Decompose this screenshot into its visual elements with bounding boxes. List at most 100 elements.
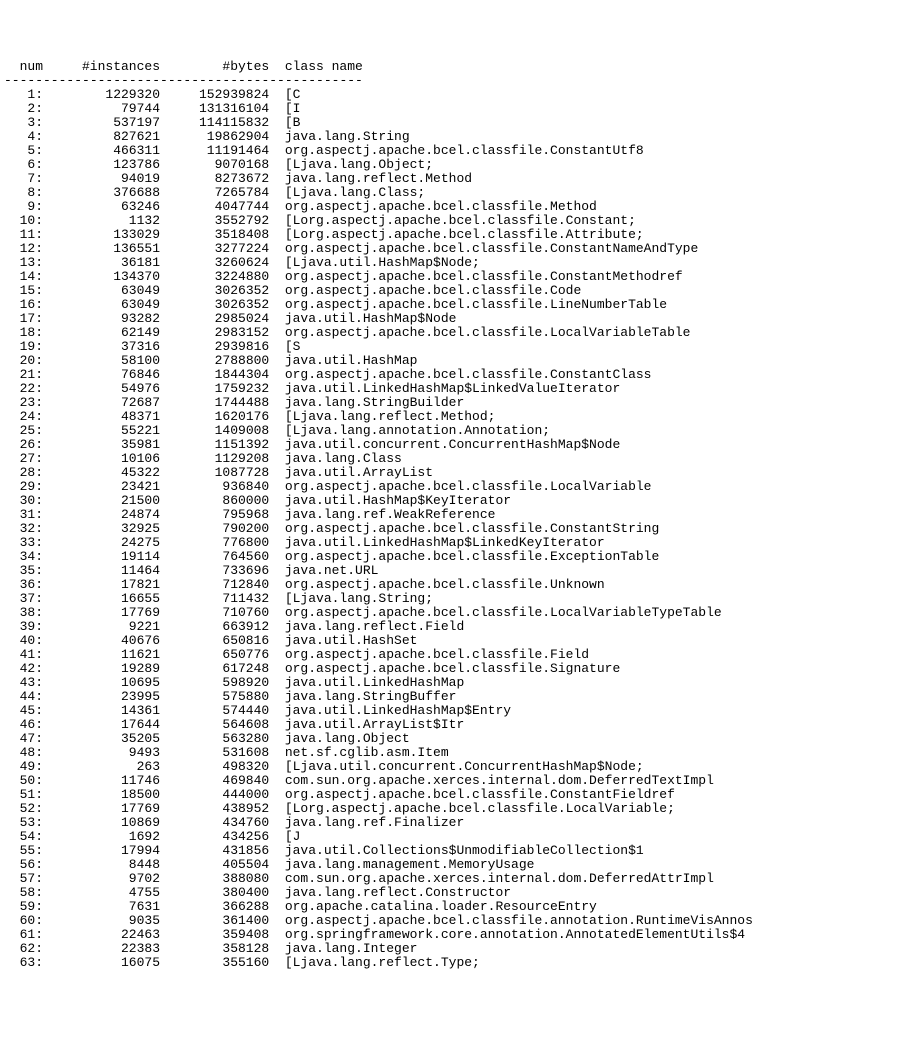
row-num: 59: [4, 900, 43, 914]
row-bytes: 598920 [160, 676, 269, 690]
row-bytes: 936840 [160, 480, 269, 494]
row-classname: [Ljava.util.concurrent.ConcurrentHashMap… [269, 760, 643, 774]
row-classname: org.aspectj.apache.bcel.classfile.Unknow… [269, 578, 604, 592]
row-instances: 4755 [43, 886, 160, 900]
row-instances: 8448 [43, 858, 160, 872]
row-bytes: 114115832 [160, 116, 269, 130]
row-classname: java.util.concurrent.ConcurrentHashMap$N… [269, 438, 620, 452]
row-classname: org.springframework.core.annotation.Anno… [269, 928, 745, 942]
row-num: 63: [4, 956, 43, 970]
row-instances: 35981 [43, 438, 160, 452]
row-bytes: 1844304 [160, 368, 269, 382]
row-classname: org.aspectj.apache.bcel.classfile.Signat… [269, 662, 620, 676]
row-instances: 1132 [43, 214, 160, 228]
row-num: 12: [4, 242, 43, 256]
row-num: 60: [4, 914, 43, 928]
row-classname: org.aspectj.apache.bcel.classfile.Consta… [269, 788, 675, 802]
row-bytes: 19862904 [160, 130, 269, 144]
table-row: 9:632464047744org.aspectj.apache.bcel.cl… [4, 200, 917, 214]
row-instances: 35205 [43, 732, 160, 746]
table-row: 14:1343703224880org.aspectj.apache.bcel.… [4, 270, 917, 284]
row-num: 30: [4, 494, 43, 508]
row-bytes: 776800 [160, 536, 269, 550]
row-num: 39: [4, 620, 43, 634]
row-instances: 24275 [43, 536, 160, 550]
row-classname: [C [269, 88, 300, 102]
table-row: 13:361813260624[Ljava.util.HashMap$Node; [4, 256, 917, 270]
row-classname: org.aspectj.apache.bcel.classfile.Method [269, 200, 597, 214]
table-row: 28:453221087728java.util.ArrayList [4, 466, 917, 480]
row-bytes: 355160 [160, 956, 269, 970]
row-bytes: 434760 [160, 816, 269, 830]
row-instances: 76846 [43, 368, 160, 382]
row-bytes: 2788800 [160, 354, 269, 368]
table-row: 2:79744131316104[I [4, 102, 917, 116]
row-classname: [Ljava.lang.String; [269, 592, 433, 606]
row-classname: org.aspectj.apache.bcel.classfile.LineNu… [269, 298, 667, 312]
table-row: 55:17994431856java.util.Collections$Unmo… [4, 844, 917, 858]
table-row: 45:14361574440java.util.LinkedHashMap$En… [4, 704, 917, 718]
table-row: 29:23421936840org.aspectj.apache.bcel.cl… [4, 480, 917, 494]
table-row: 18:621492983152org.aspectj.apache.bcel.c… [4, 326, 917, 340]
row-classname: java.lang.StringBuilder [269, 396, 464, 410]
row-bytes: 405504 [160, 858, 269, 872]
row-instances: 10869 [43, 816, 160, 830]
row-num: 47: [4, 732, 43, 746]
row-num: 45: [4, 704, 43, 718]
row-bytes: 3552792 [160, 214, 269, 228]
row-num: 6: [4, 158, 43, 172]
row-bytes: 531608 [160, 746, 269, 760]
table-row: 1:1229320152939824[C [4, 88, 917, 102]
row-num: 34: [4, 550, 43, 564]
row-bytes: 1409008 [160, 424, 269, 438]
table-row: 16:630493026352org.aspectj.apache.bcel.c… [4, 298, 917, 312]
row-classname: java.util.LinkedHashMap$Entry [269, 704, 511, 718]
row-num: 42: [4, 662, 43, 676]
row-bytes: 650776 [160, 648, 269, 662]
row-instances: 10106 [43, 452, 160, 466]
row-classname: org.aspectj.apache.bcel.classfile.Consta… [269, 522, 659, 536]
row-num: 53: [4, 816, 43, 830]
row-classname: java.lang.Integer [269, 942, 417, 956]
row-num: 1: [4, 88, 43, 102]
row-instances: 9702 [43, 872, 160, 886]
row-num: 61: [4, 928, 43, 942]
row-classname: [J [269, 830, 300, 844]
row-bytes: 3518408 [160, 228, 269, 242]
table-row: 24:483711620176[Ljava.lang.reflect.Metho… [4, 410, 917, 424]
table-row: 53:10869434760java.lang.ref.Finalizer [4, 816, 917, 830]
row-classname: java.util.HashMap$Node [269, 312, 456, 326]
row-num: 20: [4, 354, 43, 368]
row-classname: java.lang.String [269, 130, 409, 144]
row-instances: 10695 [43, 676, 160, 690]
row-bytes: 469840 [160, 774, 269, 788]
table-row: 32:32925790200org.aspectj.apache.bcel.cl… [4, 522, 917, 536]
row-num: 2: [4, 102, 43, 116]
row-instances: 21500 [43, 494, 160, 508]
row-bytes: 2939816 [160, 340, 269, 354]
row-instances: 32925 [43, 522, 160, 536]
row-instances: 63246 [43, 200, 160, 214]
row-instances: 22463 [43, 928, 160, 942]
table-row: 37:16655711432[Ljava.lang.String; [4, 592, 917, 606]
row-bytes: 2985024 [160, 312, 269, 326]
row-bytes: 444000 [160, 788, 269, 802]
row-num: 18: [4, 326, 43, 340]
row-instances: 7631 [43, 900, 160, 914]
row-classname: java.util.HashMap [269, 354, 417, 368]
row-num: 54: [4, 830, 43, 844]
row-num: 3: [4, 116, 43, 130]
row-bytes: 388080 [160, 872, 269, 886]
row-bytes: 663912 [160, 620, 269, 634]
row-classname: org.aspectj.apache.bcel.classfile.LocalV… [269, 606, 721, 620]
table-row: 40:40676650816java.util.HashSet [4, 634, 917, 648]
row-num: 32: [4, 522, 43, 536]
row-num: 16: [4, 298, 43, 312]
table-row: 31:24874795968java.lang.ref.WeakReferenc… [4, 508, 917, 522]
histogram-table: num#instances#bytesclass name-----------… [4, 60, 917, 970]
row-instances: 54976 [43, 382, 160, 396]
row-bytes: 1744488 [160, 396, 269, 410]
table-row: 15:630493026352org.aspectj.apache.bcel.c… [4, 284, 917, 298]
row-bytes: 1620176 [160, 410, 269, 424]
row-classname: java.util.ArrayList$Itr [269, 718, 464, 732]
